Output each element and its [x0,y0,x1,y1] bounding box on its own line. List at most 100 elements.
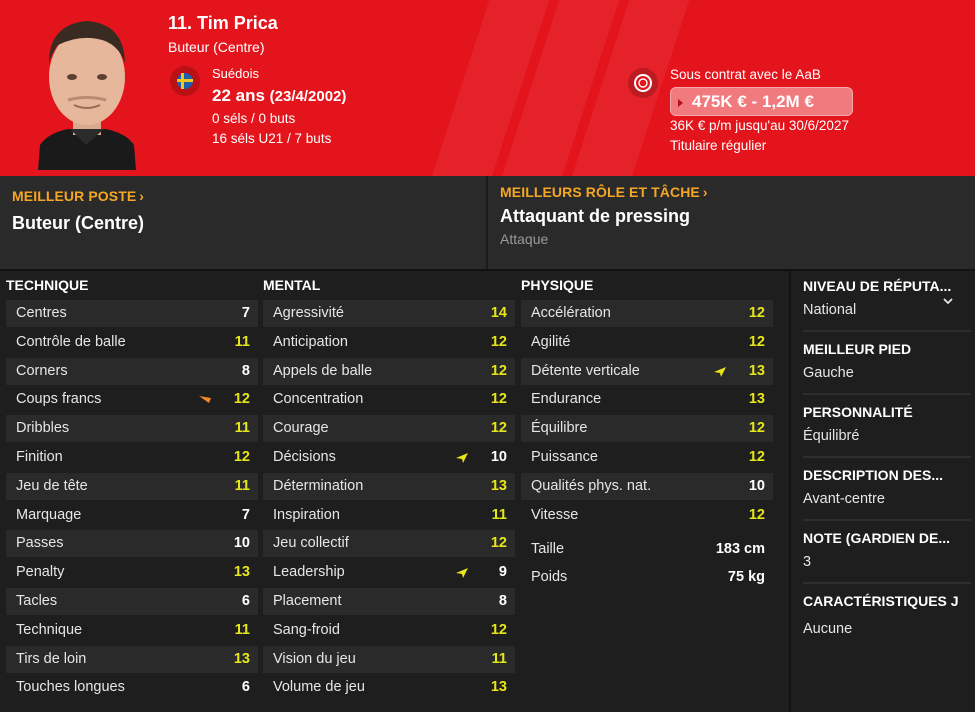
attribute-value: 12 [490,391,507,408]
attribute-value: 11 [234,420,250,437]
media-description-block: DESCRIPTION DES... Avant-centre [803,467,973,507]
best-foot-heading: MEILLEUR PIED [803,341,912,357]
attribute-name: Inspiration [273,506,340,523]
nationality-flag-icon[interactable] [170,66,200,96]
attribute-value: 12 [490,333,507,350]
attribute-row[interactable]: Tacles 6 [6,588,258,615]
physique-title: PHYSIQUE [521,277,594,293]
attribute-row[interactable]: Centres 7 [6,300,258,327]
nationality-label[interactable]: Suédois [212,66,259,81]
attribute-name: Finition [16,449,63,465]
attribute-row[interactable]: Penalty 13 [6,559,258,586]
attribute-name: Jeu collectif [273,535,349,552]
rating-block: NOTE (GARDIEN DE... 3 [803,530,973,570]
attribute-name: Courage [273,420,329,437]
attribute-value: 13 [748,391,765,408]
attribute-name: Leadership [273,564,345,581]
attribute-row[interactable]: Jeu collectif 12 [263,530,515,558]
chevron-right-icon: › [702,184,708,200]
technique-title: TECHNIQUE [6,277,89,293]
media-description-heading: DESCRIPTION DES... [803,467,944,483]
attribute-row[interactable]: Finition 12 [6,444,258,471]
chevron-down-icon[interactable] [943,296,953,306]
date-of-birth: (23/4/2002) [269,88,347,105]
attribute-value: 7 [241,305,250,321]
personality-block: PERSONNALITÉ Équilibré [803,404,973,444]
attribute-row[interactable]: Technique 11 [6,617,258,644]
attribute-row[interactable]: Puissance 12 [521,444,773,471]
best-position-role-row: MEILLEUR POSTE › Buteur (Centre) MEILLEUR… [0,176,975,269]
media-description-value: Avant-centre [803,491,885,507]
attribute-row[interactable]: Appels de balle 12 [263,357,515,385]
attribute-row[interactable]: Placement 8 [263,588,515,615]
attribute-name: Détente verticale [531,362,640,379]
attribute-row[interactable]: Leadership 9 [263,559,515,586]
attribute-row[interactable]: Tirs de loin 13 [6,645,258,673]
best-position-value: Buteur (Centre) [12,213,145,233]
wage-info: 36K € p/m jusqu'au 30/6/2027 [670,118,849,133]
attribute-row[interactable]: Décisions 10 [263,444,515,471]
attribute-name: Agressivité [273,305,344,321]
attribute-name: Agilité [531,333,571,350]
best-role-link[interactable]: MEILLEURS RÔLE ET TÂCHE › [500,184,708,200]
player-age: 22 ans (23/4/2002) [212,86,346,106]
attribute-row[interactable]: Vitesse 12 [521,502,773,529]
attribute-row[interactable]: Concentration 12 [263,386,515,413]
attribute-name: Accélération [531,305,611,321]
attribute-name: Centres [16,305,67,321]
attribute-name: Sang-froid [273,621,340,638]
attribute-name: Décisions [273,449,336,465]
attribute-value: 11 [234,333,250,350]
attribute-row[interactable]: Équilibre 12 [521,415,773,443]
attribute-row[interactable]: Coups francs 12 [6,386,258,413]
attribute-row[interactable]: Vision du jeu 11 [263,645,515,673]
player-photo [38,21,136,170]
attribute-name: Dribbles [16,420,70,437]
attribute-row[interactable]: Détente verticale 13 [521,357,773,385]
divider [803,582,971,584]
height-row: Taille 183 cm [521,536,773,563]
attribute-row[interactable]: Anticipation 12 [263,329,515,356]
attribute-row[interactable]: Volume de jeu 13 [263,674,515,701]
player-header: 11. Tim Prica Buteur (Centre) Suédois 22… [0,0,975,176]
attribute-row[interactable]: Accélération 12 [521,300,773,327]
attribute-row[interactable]: Dribbles 11 [6,415,258,443]
attribute-name: Vision du jeu [273,650,356,667]
attribute-name: Placement [273,593,342,609]
attribute-name: Endurance [531,391,602,408]
attribute-row[interactable]: Qualités phys. nat. 10 [521,472,773,500]
attribute-row[interactable]: Contrôle de balle 11 [6,329,258,356]
personality-heading: PERSONNALITÉ [803,404,913,420]
club-badge-icon[interactable] [628,68,658,98]
weight-value: 75 kg [727,569,765,585]
attribute-row[interactable]: Sang-froid 12 [263,617,515,644]
contract-club[interactable]: Sous contrat avec le AaB [670,67,821,82]
attribute-name: Jeu de tête [16,477,88,494]
attribute-name: Coups francs [16,391,102,408]
attribute-value: 13 [490,477,507,494]
senior-caps: 0 séls / 0 buts [212,111,296,126]
attribute-value: 12 [748,333,765,350]
best-position-link[interactable]: MEILLEUR POSTE › [12,188,144,204]
attribute-row[interactable]: Inspiration 11 [263,502,515,529]
divider [803,393,971,395]
attribute-row[interactable]: Agilité 12 [521,329,773,356]
attribute-value: 12 [490,362,507,379]
attribute-row[interactable]: Passes 10 [6,530,258,558]
u21-caps: 16 séls U21 / 7 buts [212,131,332,146]
attribute-row[interactable]: Endurance 13 [521,386,773,413]
attribute-value: 12 [233,449,250,465]
transfer-value-badge[interactable]: 475K € - 1,2M € [670,87,853,116]
attribute-value: 13 [233,650,250,667]
attribute-row[interactable]: Agressivité 14 [263,300,515,327]
attribute-row[interactable]: Touches longues 6 [6,674,258,701]
attribute-name: Tacles [16,593,58,609]
attribute-row[interactable]: Jeu de tête 11 [6,472,258,500]
attribute-value: 13 [490,679,507,696]
attribute-row[interactable]: Détermination 13 [263,472,515,500]
attribute-decline-arrow-icon [199,396,211,404]
attribute-row[interactable]: Corners 8 [6,357,258,385]
attribute-value: 8 [241,362,250,379]
attribute-row[interactable]: Courage 12 [263,415,515,443]
attribute-row[interactable]: Marquage 7 [6,502,258,529]
